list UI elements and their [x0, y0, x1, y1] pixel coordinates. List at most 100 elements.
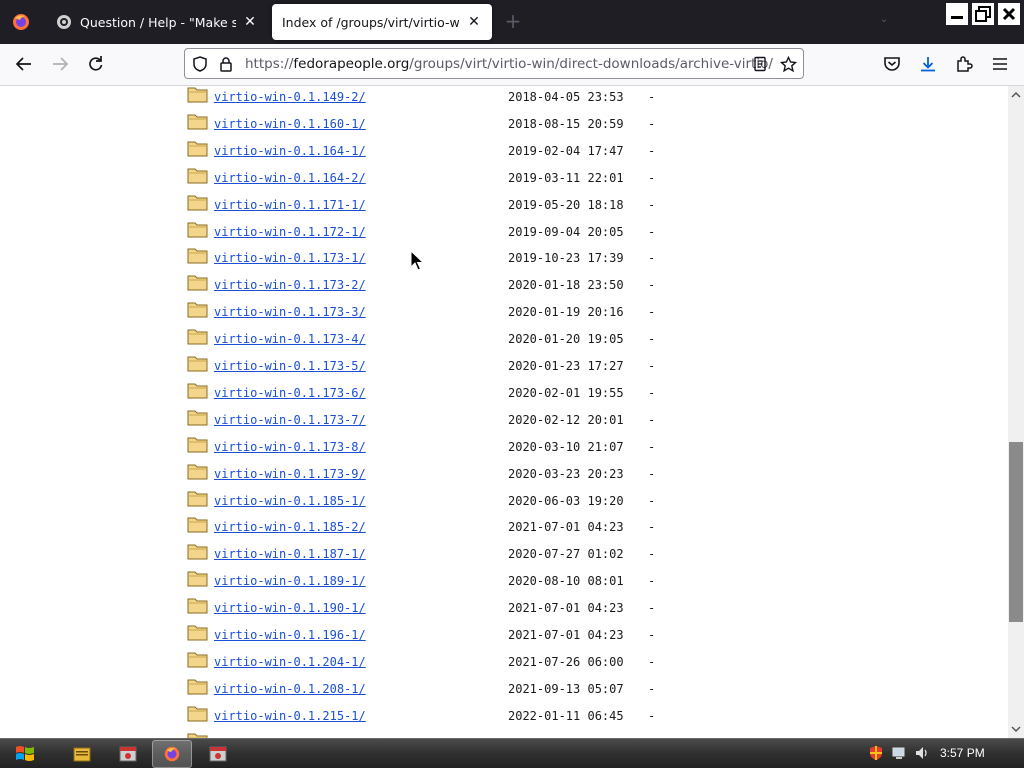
scroll-up-icon[interactable] [1008, 88, 1024, 102]
taskbar-firefox[interactable] [152, 740, 192, 768]
lock-icon[interactable] [217, 55, 235, 73]
page-scrollbar[interactable] [1008, 86, 1024, 738]
folder-icon [187, 596, 209, 614]
pocket-button[interactable] [878, 50, 906, 78]
app-menu-button[interactable] [986, 50, 1014, 78]
scrollbar-thumb[interactable] [1009, 442, 1023, 622]
directory-link[interactable]: virtio-win-0.1.208-1/ [214, 682, 366, 696]
tab-close-icon[interactable]: ✕ [466, 14, 482, 30]
tab-title: Index of /groups/virt/virtio-win/dire [282, 14, 460, 30]
firefox-view-icon[interactable] [0, 0, 42, 44]
last-modified: 2021-09-13 05:07 [508, 682, 624, 696]
table-row: virtio-win-0.1.196-1/2021-07-01 04:23 - [0, 623, 1008, 653]
tab-close-icon[interactable]: ✕ [242, 14, 258, 30]
network-tray-icon[interactable] [889, 743, 909, 763]
last-modified: 2020-01-18 23:50 [508, 278, 624, 292]
taskbar-app-1[interactable] [108, 740, 148, 768]
table-row: virtio-win-0.1.173-6/2020-02-01 19:55 - [0, 383, 1008, 411]
last-modified: 2019-02-04 17:47 [508, 144, 624, 158]
file-size: - [648, 655, 656, 669]
directory-link[interactable]: virtio-win-0.1.215-1/ [214, 709, 366, 723]
directory-link[interactable]: virtio-win-0.1.173-5/ [214, 359, 366, 373]
last-modified: 2021-07-01 04:23 [508, 628, 624, 642]
file-size: - [648, 251, 656, 265]
tab-question-help[interactable]: Question / Help - "Make sure y ✕ [46, 4, 268, 40]
file-size: - [648, 547, 656, 561]
directory-link[interactable]: virtio-win-0.1.173-3/ [214, 305, 366, 319]
table-row: virtio-win-0.1.173-8/2020-03-10 21:07 - [0, 435, 1008, 465]
folder-icon [187, 569, 209, 587]
reader-view-icon[interactable] [751, 55, 769, 73]
reload-button[interactable] [82, 50, 110, 78]
download-icon [921, 57, 935, 72]
directory-link[interactable]: virtio-win-0.1.164-2/ [214, 171, 366, 185]
file-size: - [648, 682, 656, 696]
directory-link[interactable]: virtio-win-0.1.160-1/ [214, 117, 366, 131]
last-modified: 2019-05-20 18:18 [508, 198, 624, 212]
forward-button[interactable] [46, 50, 74, 78]
extensions-button[interactable] [950, 50, 978, 78]
folder-icon [187, 489, 209, 507]
directory-link[interactable]: virtio-win-0.1.173-8/ [214, 440, 366, 454]
directory-link[interactable]: virtio-win-0.1.189-1/ [214, 574, 366, 588]
url-bar[interactable]: https://fedorapeople.org/groups/virt/vir… [184, 48, 804, 79]
folder-icon [187, 273, 209, 291]
scroll-down-icon[interactable] [1008, 722, 1024, 736]
file-size: - [648, 386, 656, 400]
directory-link[interactable]: virtio-win-0.1.173-2/ [214, 278, 366, 292]
tab-index-of[interactable]: Index of /groups/virt/virtio-win/dire ✕ [272, 4, 492, 40]
restore-icon[interactable] [972, 3, 994, 25]
tracking-protection-shield-icon[interactable] [191, 55, 209, 73]
directory-link[interactable]: virtio-win-0.1.204-1/ [214, 655, 366, 669]
table-row: virtio-win-0.1.173-7/2020-02-12 20:01 - [0, 408, 1008, 438]
directory-link[interactable]: virtio-win-0.1.173-7/ [214, 413, 366, 427]
directory-link[interactable]: virtio-win-0.1.173-6/ [214, 386, 366, 400]
table-row: virtio-win-0.1.187-1/2020-07-27 01:02 - [0, 542, 1008, 572]
file-size: - [648, 171, 656, 185]
back-button[interactable] [10, 50, 38, 78]
table-row: virtio-win-0.1.149-2/2018-04-05 23:53 - [0, 87, 1008, 115]
last-modified: 2020-01-23 17:27 [508, 359, 624, 373]
tab-title: Question / Help - "Make sure y [80, 14, 236, 30]
security-shield-tray-icon[interactable] [866, 743, 886, 763]
last-modified: 2021-07-01 04:23 [508, 520, 624, 534]
taskbar-file-explorer[interactable] [62, 740, 102, 768]
table-row: virtio-win-0.1.185-2/2021-07-01 04:23 - [0, 515, 1008, 545]
directory-link[interactable]: virtio-win-0.1.187-1/ [214, 547, 366, 561]
firefox-icon [164, 746, 180, 762]
folder-icon [187, 542, 209, 560]
puzzle-icon [957, 56, 973, 72]
volume-tray-icon[interactable] [912, 743, 932, 763]
folder-icon [187, 408, 209, 426]
directory-link[interactable]: virtio-win-0.1.196-1/ [214, 628, 366, 642]
downloads-button[interactable] [914, 50, 942, 78]
directory-link[interactable]: virtio-win-0.1.190-1/ [214, 601, 366, 615]
tab-strip: Question / Help - "Make sure y ✕ Index o… [0, 0, 1024, 44]
bookmark-star-icon[interactable] [779, 55, 797, 73]
file-size: - [648, 278, 656, 292]
directory-link[interactable]: virtio-win-0.1.173-9/ [214, 467, 366, 481]
minimize-icon[interactable] [946, 3, 968, 25]
taskbar-app-2[interactable] [198, 740, 238, 768]
directory-link[interactable]: virtio-win-0.1.172-1/ [214, 225, 366, 239]
directory-link[interactable]: virtio-win-0.1.173-4/ [214, 332, 366, 346]
new-tab-button[interactable]: + [503, 11, 523, 32]
directory-link[interactable]: virtio-win-0.1.149-2/ [214, 90, 366, 104]
directory-link[interactable]: virtio-win-0.1.171-1/ [214, 198, 366, 212]
directory-link[interactable]: virtio-win-0.1.185-1/ [214, 494, 366, 508]
directory-link[interactable]: virtio-win-0.1.173-1/ [214, 251, 366, 265]
app-window-icon [119, 746, 137, 762]
last-modified: 2020-01-19 20:16 [508, 305, 624, 319]
directory-link[interactable]: virtio-win-0.1.185-2/ [214, 520, 366, 534]
last-modified: 2020-03-23 20:23 [508, 467, 624, 481]
close-window-icon[interactable] [998, 3, 1020, 25]
directory-link[interactable]: virtio-win-0.1.164-1/ [214, 144, 366, 158]
folder-icon [187, 435, 209, 453]
file-size: - [648, 574, 656, 588]
last-modified: 2020-07-27 01:02 [508, 547, 624, 561]
list-all-tabs-icon[interactable]: ⌄ [876, 14, 892, 30]
start-button[interactable] [8, 740, 42, 768]
folder-icon [187, 193, 209, 211]
folder-icon [187, 623, 209, 641]
folder-icon [187, 515, 209, 533]
